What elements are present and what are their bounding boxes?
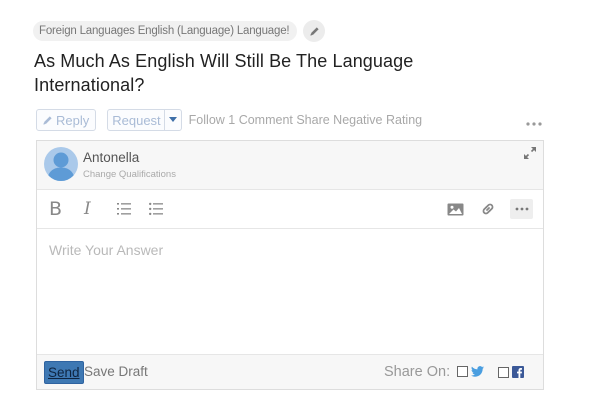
user-avatar-icon[interactable] — [44, 147, 78, 181]
italic-icon[interactable]: I — [84, 190, 91, 228]
twitter-icon — [471, 366, 484, 377]
answer-placeholder: Write Your Answer — [49, 242, 164, 258]
topic-tags[interactable]: Foreign Languages English (Language) Lan… — [33, 21, 298, 41]
author-name[interactable]: Antonella — [83, 150, 139, 165]
question-title: As Much As English Will Still Be The Lan… — [34, 51, 414, 95]
answer-editor: Antonella Change Qualifications B I Writ… — [36, 140, 544, 390]
change-credential-link[interactable]: Change Qualifications — [83, 169, 176, 180]
bold-icon[interactable]: B — [49, 190, 62, 228]
question-page: Foreign Languages English (Language) Lan… — [0, 0, 614, 406]
question-action-links[interactable]: Follow 1 Comment Share Negative Rating — [189, 113, 422, 127]
pencil-icon — [310, 26, 319, 36]
request-button[interactable]: Request — [107, 109, 182, 131]
share-on-label: Share On: — [384, 364, 451, 380]
request-label: Request — [112, 112, 161, 128]
facebook-icon — [512, 366, 524, 378]
unordered-list-icon[interactable] — [149, 190, 163, 228]
share-facebook-option[interactable] — [498, 366, 524, 378]
ellipsis-icon — [526, 122, 542, 126]
request-dropdown-toggle[interactable] — [163, 110, 181, 130]
expand-editor-button[interactable] — [523, 146, 537, 165]
more-formatting-button[interactable] — [510, 199, 533, 219]
answer-text-area[interactable]: Write Your Answer — [37, 229, 543, 353]
reply-label: Reply — [56, 112, 90, 128]
formatting-toolbar: B I — [37, 190, 543, 229]
topic-row: Foreign Languages English (Language) Lan… — [33, 20, 326, 42]
more-options-button[interactable] — [526, 113, 542, 131]
send-button[interactable]: Send — [44, 361, 84, 384]
editor-header: Antonella Change Qualifications — [37, 141, 543, 190]
question-action-bar: Reply Request Follow 1 Comment Share Neg… — [36, 109, 546, 131]
facebook-checkbox[interactable] — [498, 366, 509, 378]
ellipsis-icon — [515, 207, 528, 211]
edit-topics-button[interactable] — [303, 20, 326, 42]
save-draft-button[interactable]: Save Draft — [84, 364, 148, 379]
caret-down-icon — [168, 117, 177, 122]
ordered-list-icon[interactable] — [117, 190, 131, 228]
reply-button[interactable]: Reply — [36, 109, 97, 131]
pencil-icon — [43, 115, 52, 125]
twitter-checkbox[interactable] — [457, 366, 468, 377]
expand-icon — [524, 147, 536, 159]
image-icon[interactable] — [447, 190, 464, 228]
share-twitter-option[interactable] — [457, 366, 484, 377]
link-icon[interactable] — [481, 190, 495, 228]
editor-footer: Send Save Draft Share On: — [37, 354, 543, 389]
